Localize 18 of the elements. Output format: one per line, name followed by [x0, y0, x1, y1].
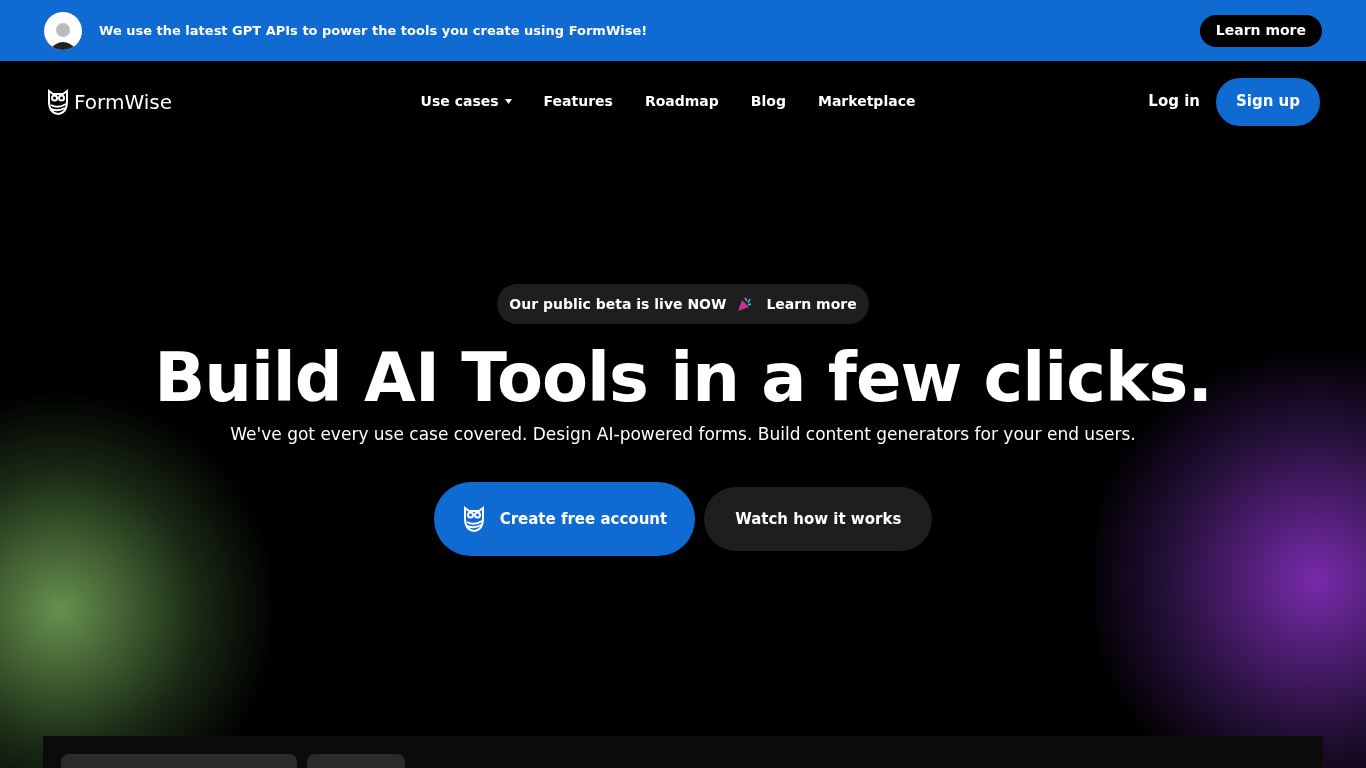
nav-link[interactable]: Marketplace: [817, 91, 916, 112]
create-account-button[interactable]: Create free account: [433, 481, 696, 556]
hero-subtitle: We've got every use case covered. Design AI-powered forms. Build content generators for your end users.: [230, 423, 1136, 447]
owl-logo-icon: [461, 504, 486, 533]
hero-headline: Build AI Tools in a few clicks.: [154, 338, 1212, 419]
sign-up-button[interactable]: Sign up: [1216, 77, 1320, 126]
watch-video-button[interactable]: Watch how it works: [704, 486, 933, 551]
nav-link[interactable]: Blog: [750, 91, 786, 112]
nav-link[interactable]: Features: [543, 91, 613, 112]
nav-link[interactable]: Roadmap: [644, 91, 719, 112]
beta-announcement-pill[interactable]: Our public beta is live NOW Learn more: [497, 284, 869, 324]
learn-more-button[interactable]: Learn more: [1199, 14, 1322, 47]
login-link[interactable]: Log in: [1148, 90, 1200, 113]
owl-logo-icon: [46, 87, 70, 116]
banner-text: We use the latest GPT APIs to power the tools you create using FormWise!: [99, 21, 648, 40]
nav-link[interactable]: Use cases: [420, 91, 512, 112]
caret-icon: [504, 99, 512, 104]
brand-name: FormWise: [74, 88, 172, 116]
